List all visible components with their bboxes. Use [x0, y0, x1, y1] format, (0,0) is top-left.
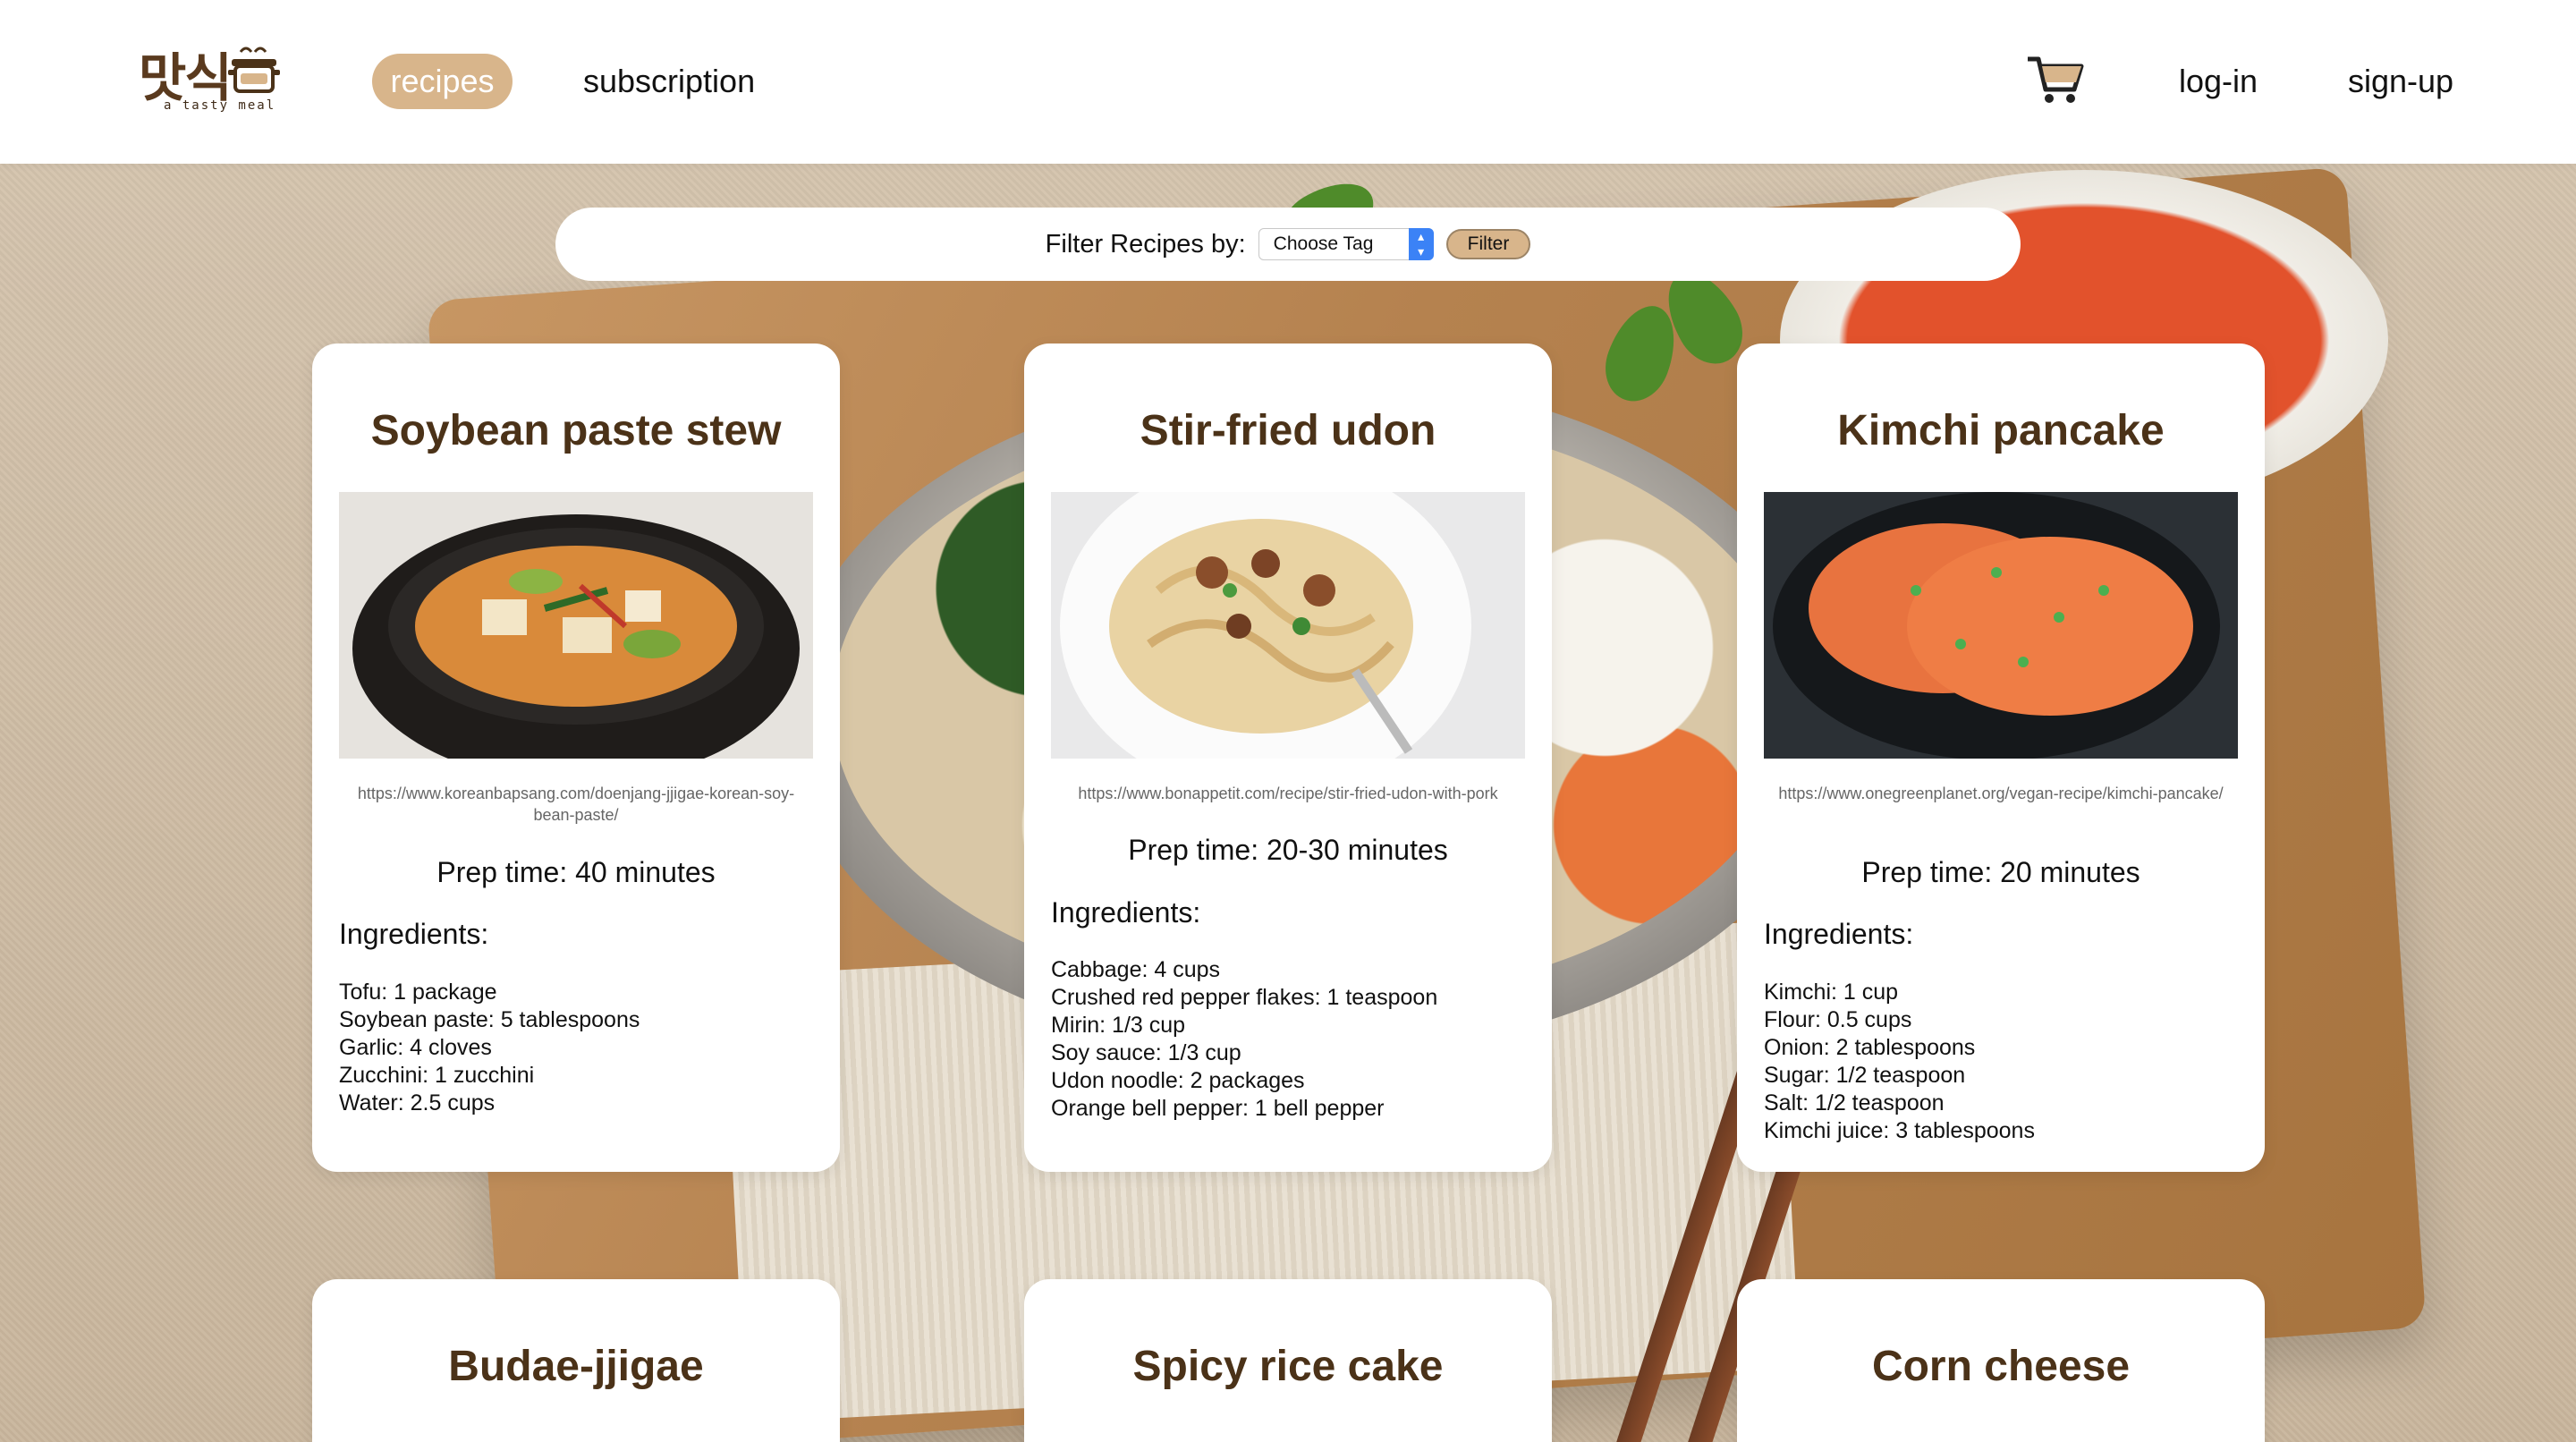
- recipe-source-url[interactable]: https://www.koreanbapsang.com/doenjang-j…: [339, 783, 813, 826]
- ingredient-item: Mirin: 1/3 cup: [1051, 1013, 1186, 1038]
- recipe-card[interactable]: Soybean paste stew https://www.koreanbap…: [312, 344, 840, 1172]
- ingredient-item: Salt: 1/2 teaspoon: [1764, 1090, 1945, 1115]
- nav-signup-link[interactable]: sign-up: [2348, 54, 2453, 109]
- ingredients-list: Tofu: 1 package Soybean paste: 5 tablesp…: [339, 979, 822, 1117]
- site-logo[interactable]: 맛식 a tasty meal: [139, 36, 282, 116]
- ingredients-heading: Ingredients:: [1764, 918, 1914, 950]
- ingredient-item: Crushed red pepper flakes: 1 teaspoon: [1051, 985, 1438, 1010]
- filter-label: Filter Recipes by:: [1045, 229, 1246, 259]
- nav-recipes-link[interactable]: recipes: [372, 54, 513, 109]
- ingredient-item: Kimchi juice: 3 tablespoons: [1764, 1118, 2035, 1143]
- ingredients-heading: Ingredients:: [1051, 896, 1201, 929]
- ingredient-item: Water: 2.5 cups: [339, 1090, 496, 1115]
- top-header: 맛식 a tasty meal recipes subscription log…: [0, 0, 2576, 164]
- ingredients-list: Kimchi: 1 cup Flour: 0.5 cups Onion: 2 t…: [1764, 979, 2247, 1145]
- nav-subscription-link[interactable]: subscription: [583, 54, 755, 109]
- nav-login-link[interactable]: log-in: [2179, 54, 2258, 109]
- recipe-image-pancake: [1764, 492, 2238, 759]
- recipe-card[interactable]: Spicy rice cake: [1024, 1279, 1552, 1442]
- recipe-card[interactable]: Stir-fried udon https://www.bonappetit.c…: [1024, 344, 1552, 1172]
- ingredient-item: Orange bell pepper: 1 bell pepper: [1051, 1096, 1385, 1121]
- pot-icon: [228, 47, 280, 93]
- recipe-image-udon: [1051, 492, 1525, 759]
- recipe-title: Soybean paste stew: [370, 407, 782, 454]
- recipe-card[interactable]: Corn cheese: [1737, 1279, 2265, 1442]
- tag-select[interactable]: Choose Tag ▴ ▾: [1258, 228, 1434, 260]
- recipe-title: Spicy rice cake: [1132, 1343, 1444, 1390]
- recipe-title: Stir-fried udon: [1140, 407, 1436, 454]
- recipe-card[interactable]: Kimchi pancake https://www.onegreenplane…: [1737, 344, 2265, 1172]
- recipe-title: Corn cheese: [1871, 1343, 2131, 1390]
- ingredients-heading: Ingredients:: [339, 918, 489, 950]
- recipe-prep-time: Prep time: 20 minutes: [1861, 856, 2140, 888]
- recipe-source-url[interactable]: https://www.onegreenplanet.org/vegan-rec…: [1764, 783, 2238, 804]
- recipe-prep-time: Prep time: 20-30 minutes: [1128, 834, 1448, 866]
- recipe-card[interactable]: Budae-jjigae: [312, 1279, 840, 1442]
- ingredients-list: Cabbage: 4 cups Crushed red pepper flake…: [1051, 956, 1534, 1123]
- select-arrows-icon: ▴ ▾: [1408, 228, 1434, 260]
- ingredient-item: Soybean paste: 5 tablespoons: [339, 1007, 640, 1032]
- filter-button[interactable]: Filter: [1445, 229, 1531, 259]
- cart-icon[interactable]: [2026, 54, 2085, 106]
- logo-tagline: a tasty meal: [164, 98, 276, 113]
- ingredient-item: Tofu: 1 package: [339, 980, 497, 1005]
- recipe-title: Kimchi pancake: [1837, 407, 2165, 454]
- ingredient-item: Onion: 2 tablespoons: [1764, 1035, 1976, 1060]
- tag-select-value: Choose Tag: [1273, 233, 1374, 254]
- ingredient-item: Sugar: 1/2 teaspoon: [1764, 1063, 1966, 1088]
- ingredient-item: Zucchini: 1 zucchini: [339, 1063, 535, 1088]
- ingredient-item: Garlic: 4 cloves: [339, 1035, 492, 1060]
- filter-bar: Filter Recipes by: Choose Tag ▴ ▾ Filter: [555, 208, 2021, 281]
- ingredient-item: Kimchi: 1 cup: [1764, 980, 1899, 1005]
- recipe-source-url[interactable]: https://www.bonappetit.com/recipe/stir-f…: [1051, 783, 1525, 804]
- recipe-image-stew: [339, 492, 813, 759]
- ingredient-item: Soy sauce: 1/3 cup: [1051, 1040, 1241, 1065]
- ingredient-item: Cabbage: 4 cups: [1051, 957, 1221, 982]
- recipe-prep-time: Prep time: 40 minutes: [436, 856, 716, 888]
- ingredient-item: Flour: 0.5 cups: [1764, 1007, 1912, 1032]
- ingredient-item: Udon noodle: 2 packages: [1051, 1068, 1305, 1093]
- recipe-title: Budae-jjigae: [448, 1343, 704, 1390]
